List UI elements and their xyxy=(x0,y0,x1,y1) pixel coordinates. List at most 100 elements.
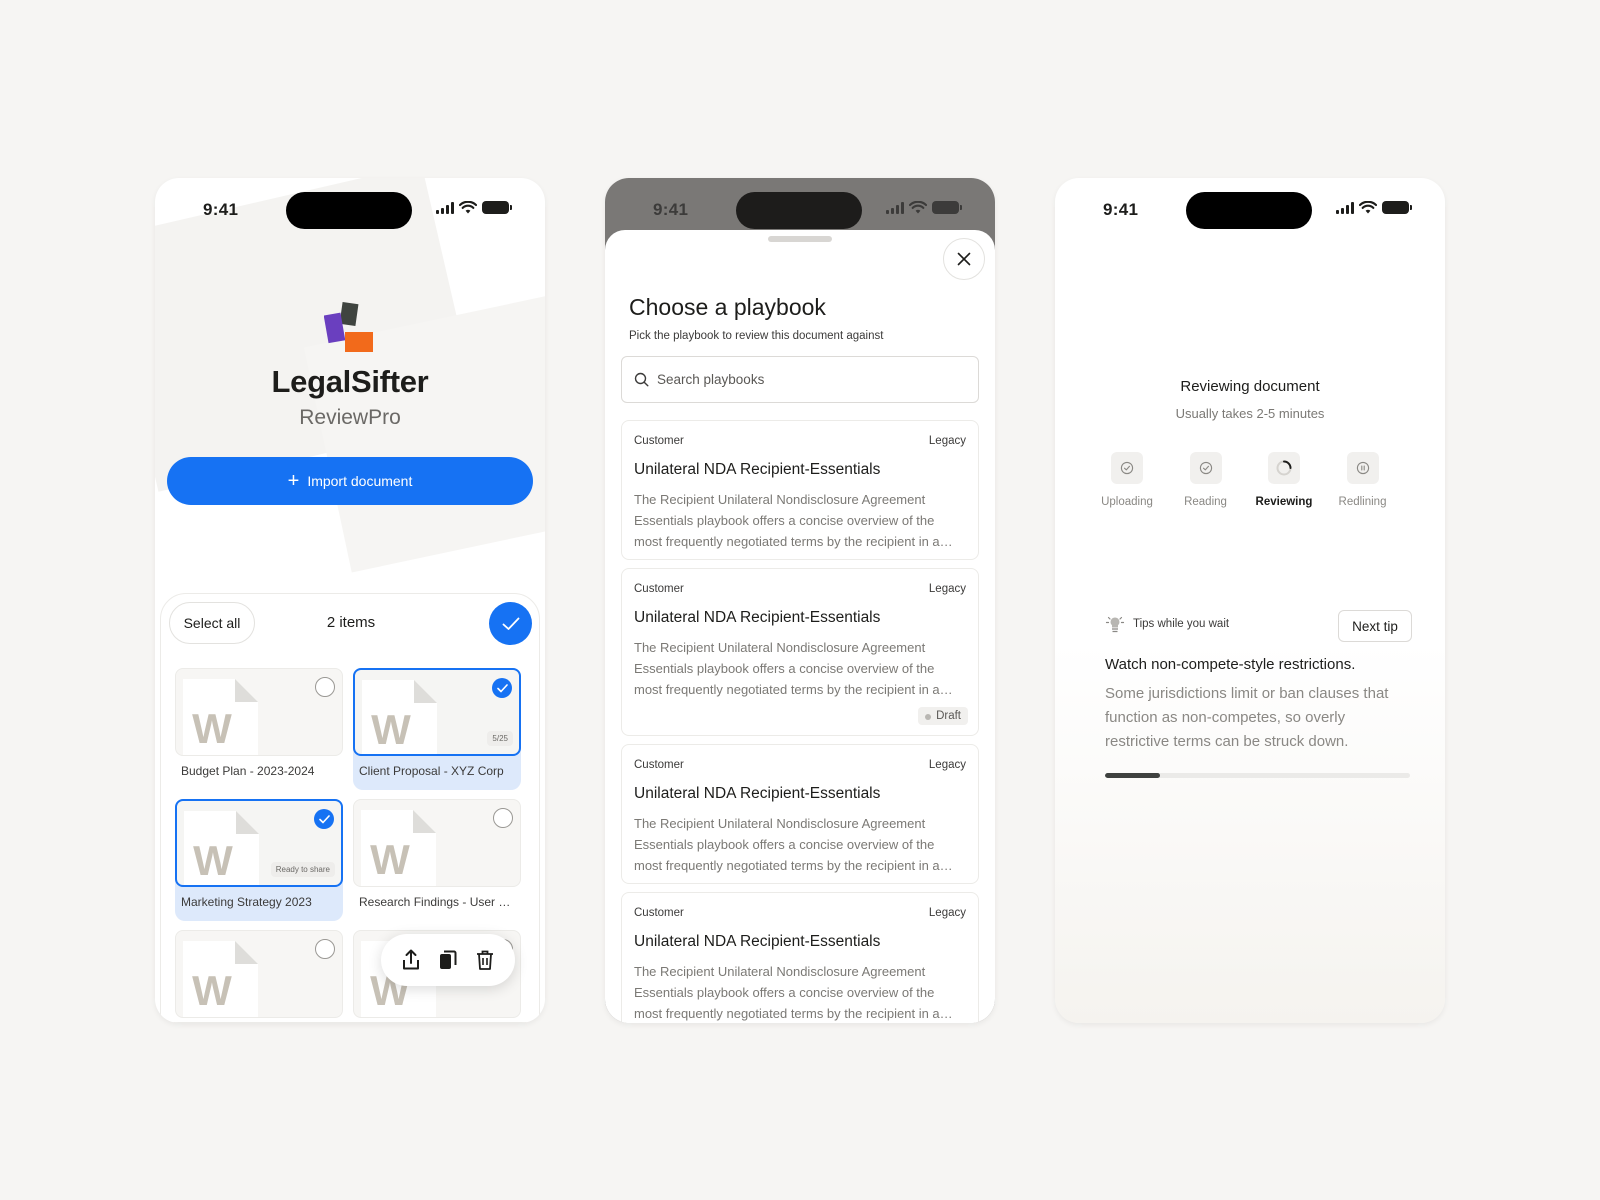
file-card[interactable]: W xyxy=(175,930,343,1022)
tip-title: Watch non-compete-style restrictions. xyxy=(1105,656,1356,673)
confirm-selection-button[interactable] xyxy=(489,602,532,645)
wifi-icon xyxy=(459,201,477,214)
lightbulb-icon xyxy=(1105,616,1125,633)
progress-step-reviewing: Reviewing xyxy=(1244,452,1324,508)
playbook-description: The Recipient Unilateral Nondisclosure A… xyxy=(634,964,940,1021)
check-circle-icon xyxy=(1120,461,1134,475)
trash-icon[interactable] xyxy=(474,949,496,971)
step-label: Redlining xyxy=(1338,496,1387,508)
share-icon[interactable] xyxy=(400,949,422,971)
step-label: Reading xyxy=(1184,496,1227,508)
playbook-description: The Recipient Unilateral Nondisclosure A… xyxy=(634,816,940,873)
file-select-checkbox[interactable] xyxy=(492,678,512,698)
check-circle-icon xyxy=(1199,461,1212,475)
check-icon xyxy=(502,617,519,630)
file-name: Client Proposal - XYZ Corp xyxy=(359,764,504,778)
file-thumbnail: W xyxy=(353,799,521,887)
signal-icon xyxy=(1336,201,1354,214)
sheet-subtitle: Pick the playbook to review this documen… xyxy=(629,330,884,342)
product-name: ReviewPro xyxy=(299,406,401,429)
playbook-description: The Recipient Unilateral Nondisclosure A… xyxy=(634,492,940,549)
close-icon xyxy=(957,252,971,266)
legalsifter-logo xyxy=(324,302,373,352)
progress-step-uploading: Uploading xyxy=(1087,452,1167,508)
review-subtitle: Usually takes 2-5 minutes xyxy=(1175,406,1325,421)
wifi-icon xyxy=(1359,201,1377,214)
status-time: 9:41 xyxy=(203,200,239,219)
import-document-label: Import document xyxy=(307,473,413,489)
home-screen: 9:41 LegalSifter ReviewPro + Import docu… xyxy=(155,178,545,1023)
dynamic-island xyxy=(1186,192,1312,229)
playbook-screen: 9:41 Choose a playbook Pick the playbook… xyxy=(605,178,995,1023)
selected-items-count: 2 items xyxy=(326,614,376,631)
word-document-icon: W xyxy=(361,810,436,886)
review-title: Reviewing document xyxy=(1180,378,1320,395)
file-select-checkbox[interactable] xyxy=(314,809,334,829)
file-name: Research Findings - User Experience xyxy=(359,895,517,909)
playbook-card[interactable]: Customer Legacy Unilateral NDA Recipient-E… xyxy=(621,420,979,560)
step-icon-box xyxy=(1111,452,1143,484)
plus-icon: + xyxy=(287,470,300,492)
copy-icon[interactable] xyxy=(437,949,459,971)
tips-label: Tips while you wait xyxy=(1133,618,1230,630)
check-icon xyxy=(318,814,330,823)
battery-icon xyxy=(932,201,962,214)
tips-header: Tips while you wait xyxy=(1105,615,1229,633)
wifi-icon xyxy=(909,201,927,214)
sheet-grabber[interactable] xyxy=(768,236,832,242)
playbook-tag: Legacy xyxy=(928,759,966,771)
playbook-category: Customer xyxy=(634,759,684,771)
word-document-icon: W xyxy=(362,680,437,754)
file-select-checkbox[interactable] xyxy=(493,808,513,828)
file-select-checkbox[interactable] xyxy=(315,939,335,959)
close-button[interactable] xyxy=(943,238,985,280)
playbook-title: Unilateral NDA Recipient-Essentials xyxy=(634,461,881,478)
search-input[interactable] xyxy=(657,372,957,387)
check-icon xyxy=(496,683,508,692)
file-card[interactable]: W Research Findings - User Experience xyxy=(353,799,521,921)
file-name: Budget Plan - 2023-2024 xyxy=(181,764,315,778)
step-icon-box xyxy=(1268,452,1300,484)
battery-icon xyxy=(1382,201,1412,214)
next-tip-button[interactable]: Next tip xyxy=(1338,610,1412,642)
svg-text:W: W xyxy=(192,705,232,752)
step-icon-box xyxy=(1189,452,1222,484)
pause-circle-icon xyxy=(1356,461,1369,475)
tip-progress-bar xyxy=(1105,773,1410,778)
word-document-icon: W xyxy=(183,941,258,1017)
file-card[interactable]: W 5/25 Client Proposal - XYZ Corp xyxy=(353,668,521,790)
step-label: Uploading xyxy=(1101,496,1153,508)
word-document-icon: W xyxy=(183,679,258,755)
svg-text:W: W xyxy=(192,967,232,1014)
file-card[interactable]: W Ready to share Marketing Strategy 2023 xyxy=(175,799,343,921)
word-document-icon: W xyxy=(184,811,259,885)
progress-step-reading: Reading xyxy=(1166,452,1246,508)
file-select-checkbox[interactable] xyxy=(315,677,335,697)
svg-text:W: W xyxy=(371,706,411,753)
playbook-card[interactable]: Customer Legacy Unilateral NDA Recipient-E… xyxy=(621,892,979,1023)
playbook-category: Customer xyxy=(634,583,684,595)
documents-panel: Select all 2 items W Budget Plan - 2023-2… xyxy=(160,593,540,1023)
file-thumbnail: W 5/25 xyxy=(353,668,521,756)
file-thumbnail: W xyxy=(175,930,343,1018)
status-time: 9:41 xyxy=(1103,200,1139,219)
file-card[interactable]: W Budget Plan - 2023-2024 xyxy=(175,668,343,790)
file-thumbnail: W xyxy=(175,668,343,756)
signal-icon xyxy=(436,201,454,214)
playbook-card[interactable]: Customer Legacy Unilateral NDA Recipient-E… xyxy=(621,744,979,884)
search-icon xyxy=(634,372,649,387)
playbook-status-badge: Draft xyxy=(918,707,968,725)
dynamic-island xyxy=(286,192,412,229)
playbook-description: The Recipient Unilateral Nondisclosure A… xyxy=(634,640,940,697)
tip-body: Some jurisdictions limit or ban clauses … xyxy=(1105,685,1389,750)
tip-progress-fill xyxy=(1105,773,1160,778)
playbook-tag: Legacy xyxy=(928,583,966,595)
playbook-card[interactable]: Customer Legacy Unilateral NDA Recipient-E… xyxy=(621,568,979,736)
file-thumbnail: W Ready to share xyxy=(175,799,343,887)
playbook-tag: Legacy xyxy=(928,907,966,919)
search-box[interactable] xyxy=(621,356,979,403)
playbook-sheet: Choose a playbook Pick the playbook to r… xyxy=(605,230,995,1023)
import-document-button[interactable]: + Import document xyxy=(167,457,533,505)
svg-text:W: W xyxy=(193,837,233,884)
file-name: Marketing Strategy 2023 xyxy=(181,895,312,909)
